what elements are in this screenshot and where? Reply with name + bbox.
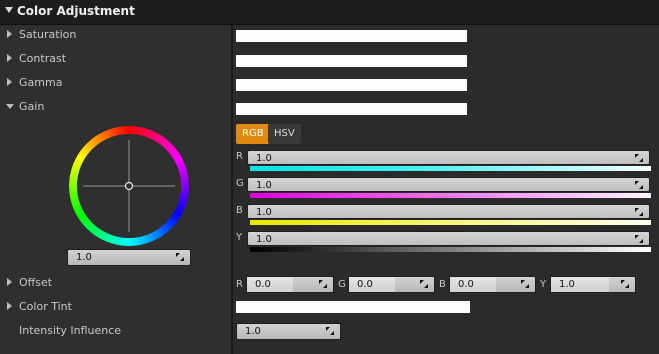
offset-b-value: 0.0 [458,279,474,290]
color-tint-label: Color Tint [19,300,72,313]
expand-triangle-icon[interactable] [7,302,12,310]
channel-b-label: B [236,205,243,216]
channel-b-value: 1.0 [256,207,272,218]
offset-r-value: 0.0 [255,279,271,290]
channel-g-gradient [250,193,651,198]
offset-r-field[interactable]: 0.0 [246,276,334,293]
gamma-color-swatch[interactable] [236,79,467,91]
channel-y-gradient [250,247,651,252]
channel-y-field[interactable]: 1.0 [247,231,650,246]
intensity-influence-value: 1.0 [245,326,261,337]
tab-rgb[interactable]: RGB [236,124,270,144]
channel-g-field[interactable]: 1.0 [247,177,650,192]
channel-b-gradient [250,220,651,225]
gain-wheel-value-field[interactable]: 1.0 [67,249,191,266]
intensity-influence-label: Intensity Influence [19,324,122,337]
resize-handle-icon[interactable] [420,280,428,288]
resize-handle-icon[interactable] [635,154,643,162]
offset-r-label: R [236,279,243,290]
property-offset[interactable]: Offset [0,272,231,294]
channel-y-label: Y [236,232,243,243]
property-intensity-influence: Intensity Influence [0,320,231,342]
channel-g-label: G [236,178,244,189]
resize-handle-icon[interactable] [635,181,643,189]
offset-y-label: Y [540,279,547,290]
channel-r-value: 1.0 [256,153,272,164]
resize-handle-icon[interactable] [521,280,529,288]
resize-handle-icon[interactable] [176,253,184,261]
column-divider[interactable] [231,25,233,354]
offset-y-value: 1.0 [559,279,575,290]
offset-g-field[interactable]: 0.0 [348,276,435,293]
expand-triangle-icon[interactable] [7,278,12,286]
gamma-label: Gamma [19,76,63,89]
gain-label: Gain [19,100,45,113]
tab-hsv[interactable]: HSV [268,124,301,144]
saturation-label: Saturation [19,28,77,41]
color-tint-swatch[interactable] [236,301,470,313]
resize-handle-icon[interactable] [326,327,334,335]
saturation-color-swatch[interactable] [236,30,467,42]
section-title: Color Adjustment [17,4,135,18]
property-gamma[interactable]: Gamma [0,72,231,94]
collapse-triangle-icon[interactable] [5,7,13,13]
property-contrast[interactable]: Contrast [0,48,231,70]
channel-r-gradient [250,166,651,171]
property-color-tint[interactable]: Color Tint [0,296,231,318]
resize-handle-icon[interactable] [635,208,643,216]
channel-b-field[interactable]: 1.0 [247,204,650,219]
resize-handle-icon[interactable] [621,280,629,288]
offset-label: Offset [19,276,53,289]
channel-y-value: 1.0 [256,234,272,245]
offset-b-field[interactable]: 0.0 [449,276,536,293]
intensity-influence-field[interactable]: 1.0 [236,323,341,340]
contrast-color-swatch[interactable] [236,55,467,67]
offset-g-label: G [338,279,346,290]
channel-r-label: R [236,151,243,162]
color-wheel-icon[interactable] [69,126,189,246]
property-gain[interactable]: Gain [0,96,231,118]
resize-handle-icon[interactable] [319,280,327,288]
gain-wheel-value: 1.0 [76,252,92,263]
contrast-label: Contrast [19,52,67,65]
offset-b-label: B [439,279,446,290]
gain-color-swatch[interactable] [236,103,467,115]
expand-triangle-icon[interactable] [7,78,12,86]
collapse-triangle-icon[interactable] [6,104,14,109]
channel-r-field[interactable]: 1.0 [247,150,650,165]
offset-g-value: 0.0 [357,279,373,290]
channel-g-value: 1.0 [256,180,272,191]
offset-y-field[interactable]: 1.0 [550,276,636,293]
expand-triangle-icon[interactable] [7,30,12,38]
expand-triangle-icon[interactable] [7,54,12,62]
property-saturation[interactable]: Saturation [0,24,231,46]
section-header[interactable]: Color Adjustment [0,0,659,25]
resize-handle-icon[interactable] [635,235,643,243]
